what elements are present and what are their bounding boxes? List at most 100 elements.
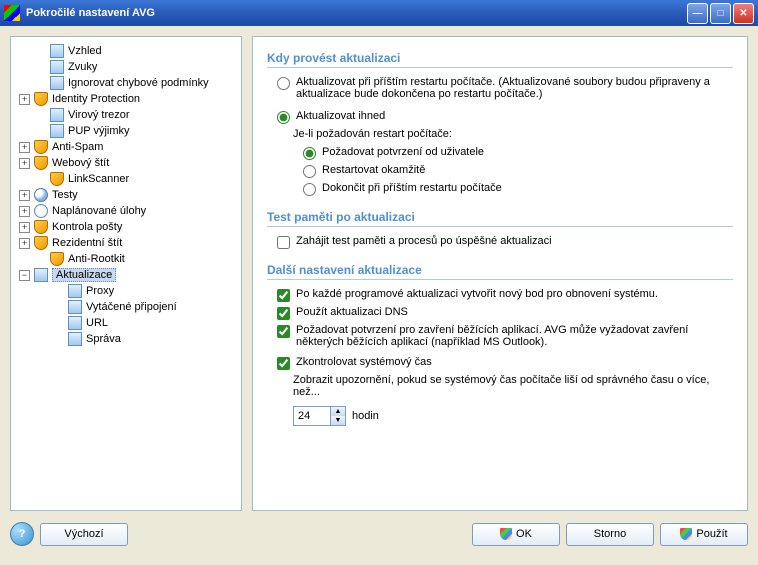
radio-restart-now-input[interactable] [303, 165, 316, 178]
tree-item-label: Vzhled [68, 45, 102, 57]
mag-icon [34, 188, 48, 202]
expand-icon[interactable]: + [19, 94, 30, 105]
help-button[interactable]: ? [10, 522, 34, 546]
check-dns-label: Použít aktualizaci DNS [296, 306, 408, 318]
shield-icon [34, 140, 48, 154]
expand-icon[interactable]: + [19, 158, 30, 169]
radio-restart-confirm[interactable]: Požadovat potvrzení od uživatele [303, 146, 733, 160]
tree-item[interactable]: + Rezidentní štít [15, 235, 237, 251]
expand-icon[interactable]: + [19, 190, 30, 201]
tree-item[interactable]: LinkScanner [15, 171, 237, 187]
check-system-time-input[interactable] [277, 357, 290, 370]
radio-update-on-restart[interactable]: Aktualizovat při příštím restartu počíta… [277, 76, 733, 100]
tree-item-label: URL [86, 317, 108, 329]
tree-item-label: Vytáčené připojení [86, 301, 177, 313]
titlebar: Pokročilé nastavení AVG — □ ✕ [0, 0, 758, 26]
tree-item[interactable]: +Kontrola pošty [15, 219, 237, 235]
radio-restart-next[interactable]: Dokončit při příštím restartu počítače [303, 182, 733, 196]
apply-button[interactable]: Použít [660, 523, 748, 546]
tree-item[interactable]: + Naplánované úlohy [15, 203, 237, 219]
check-memtest[interactable]: Zahájit test paměti a procesů po úspěšné… [277, 235, 733, 249]
collapse-icon[interactable]: − [19, 270, 30, 281]
ok-button-label: OK [516, 528, 532, 540]
tree-spacer [35, 78, 46, 89]
check-restore-point-input[interactable] [277, 289, 290, 302]
tree-spacer [35, 174, 46, 185]
hours-spin-up[interactable]: ▲ [331, 407, 345, 416]
shield-icon [500, 528, 512, 540]
check-system-time-label: Zkontrolovat systémový čas [296, 356, 432, 368]
radio-update-immediate-input[interactable] [277, 111, 290, 124]
ok-button[interactable]: OK [472, 523, 560, 546]
maximize-button[interactable]: □ [710, 3, 731, 24]
radio-update-immediate[interactable]: Aktualizovat ihned [277, 110, 733, 124]
tree-item[interactable]: Vytáčené připojení [15, 299, 237, 315]
tree-spacer [35, 110, 46, 121]
expand-icon[interactable]: + [19, 222, 30, 233]
page-icon [68, 300, 82, 314]
page-icon [50, 44, 64, 58]
check-restore-point-label: Po každé programové aktualizaci vytvořit… [296, 288, 658, 300]
tree-item-label: Testy [52, 189, 78, 201]
app-icon [4, 5, 20, 21]
tree-item-label: Proxy [86, 285, 114, 297]
expand-icon[interactable]: + [19, 142, 30, 153]
check-restore-point[interactable]: Po každé programové aktualizaci vytvořit… [277, 288, 733, 302]
expand-icon[interactable]: + [19, 206, 30, 217]
page-icon [68, 316, 82, 330]
tree-item[interactable]: Vzhled [15, 43, 237, 59]
radio-update-immediate-label: Aktualizovat ihned [296, 110, 385, 122]
check-close-apps-input[interactable] [277, 325, 290, 338]
tree-item[interactable]: PUP výjimky [15, 123, 237, 139]
page-icon [34, 268, 48, 282]
tree-item[interactable]: Ignorovat chybové podmínky [15, 75, 237, 91]
radio-restart-next-label: Dokončit při příštím restartu počítače [322, 182, 502, 194]
default-button[interactable]: Výchozí [40, 523, 128, 546]
tree-spacer [53, 302, 64, 313]
tree-item-label: Virový trezor [68, 109, 130, 121]
tree-item-label: Webový štít [52, 157, 109, 169]
radio-update-on-restart-input[interactable] [277, 77, 290, 90]
tree-item[interactable]: Anti-Rootkit [15, 251, 237, 267]
section-other-title: Další nastavení aktualizace [267, 263, 733, 280]
expand-icon[interactable]: + [19, 238, 30, 249]
tree-item-label: LinkScanner [68, 173, 129, 185]
check-dns[interactable]: Použít aktualizaci DNS [277, 306, 733, 320]
cancel-button[interactable]: Storno [566, 523, 654, 546]
tree-item[interactable]: Správa [15, 331, 237, 347]
tree-spacer [35, 254, 46, 265]
tree-item[interactable]: + Webový štít [15, 155, 237, 171]
tree-item[interactable]: −Aktualizace [15, 267, 237, 283]
tree-item[interactable]: Virový trezor [15, 107, 237, 123]
radio-restart-confirm-input[interactable] [303, 147, 316, 160]
tree-item[interactable]: +Identity Protection [15, 91, 237, 107]
hours-spinner[interactable]: ▲ ▼ [293, 406, 346, 426]
check-close-apps[interactable]: Požadovat potvrzení pro zavření běžících… [277, 324, 733, 348]
close-button[interactable]: ✕ [733, 3, 754, 24]
tree-item[interactable]: Proxy [15, 283, 237, 299]
shield-icon [34, 220, 48, 234]
check-system-time[interactable]: Zkontrolovat systémový čas [277, 356, 733, 370]
check-dns-input[interactable] [277, 307, 290, 320]
radio-restart-next-input[interactable] [303, 183, 316, 196]
hours-input[interactable] [294, 407, 330, 425]
tree-item[interactable]: URL [15, 315, 237, 331]
shield-icon [34, 92, 48, 106]
radio-restart-now[interactable]: Restartovat okamžitě [303, 164, 733, 178]
tree-item-label: Naplánované úlohy [52, 205, 146, 217]
tree-item-label: PUP výjimky [68, 125, 130, 137]
shield-icon [50, 252, 64, 266]
shield-icon [34, 236, 48, 250]
radio-restart-now-label: Restartovat okamžitě [322, 164, 425, 176]
tree-item[interactable]: + Testy [15, 187, 237, 203]
check-memtest-input[interactable] [277, 236, 290, 249]
tree-item[interactable]: +Anti-Spam [15, 139, 237, 155]
hours-spin-down[interactable]: ▼ [331, 416, 345, 425]
clock-icon [34, 204, 48, 218]
page-icon [50, 76, 64, 90]
settings-panel: Kdy provést aktualizaci Aktualizovat při… [252, 36, 748, 511]
tree-item[interactable]: Zvuky [15, 59, 237, 75]
tree-item-label: Rezidentní štít [52, 237, 122, 249]
minimize-button[interactable]: — [687, 3, 708, 24]
window-title: Pokročilé nastavení AVG [26, 7, 687, 19]
